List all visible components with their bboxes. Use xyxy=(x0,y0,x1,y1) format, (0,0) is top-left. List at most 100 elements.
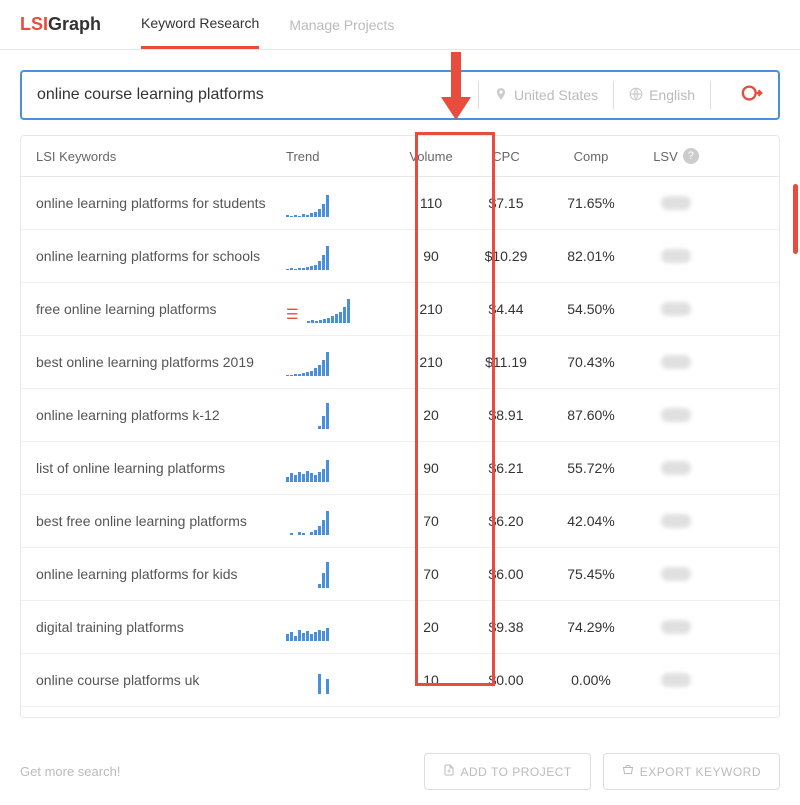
lsv-cell xyxy=(636,673,716,687)
lsv-blurred-value xyxy=(661,673,691,687)
file-icon xyxy=(443,764,455,779)
divider xyxy=(478,81,479,109)
table-row[interactable]: online learning platforms k-1220$8.9187.… xyxy=(21,389,779,442)
logo-graph: Graph xyxy=(48,14,101,34)
table-row[interactable]: online course platforms uk10$0.000.00% xyxy=(21,654,779,707)
lsv-cell xyxy=(636,620,716,634)
lsv-cell xyxy=(636,249,716,263)
trend-cell: ☰ xyxy=(286,295,396,323)
col-header-keyword[interactable]: LSI Keywords xyxy=(36,149,286,164)
cpc-cell: $0.00 xyxy=(466,672,546,688)
comp-cell: 70.43% xyxy=(546,354,636,370)
lsv-cell xyxy=(636,355,716,369)
search-submit-button[interactable] xyxy=(741,82,763,109)
btn-label: ADD TO PROJECT xyxy=(461,765,572,779)
comp-cell: 42.04% xyxy=(546,513,636,529)
lsv-blurred-value xyxy=(661,302,691,316)
keyword-cell: list of online learning platforms xyxy=(36,460,286,476)
lsv-cell xyxy=(636,514,716,528)
trend-sparkline xyxy=(286,666,329,694)
col-header-trend[interactable]: Trend xyxy=(286,149,396,164)
comp-cell: 75.45% xyxy=(546,566,636,582)
trend-cell xyxy=(286,560,396,588)
lsv-cell xyxy=(636,196,716,210)
lsv-blurred-value xyxy=(661,514,691,528)
keyword-cell: online learning platforms for schools xyxy=(36,248,286,264)
language-selector[interactable]: English xyxy=(629,87,695,104)
location-icon xyxy=(494,87,508,104)
comp-cell: 55.72% xyxy=(546,460,636,476)
help-icon[interactable]: ? xyxy=(683,148,699,164)
lsv-blurred-value xyxy=(661,461,691,475)
logo: LSIGraph xyxy=(20,14,101,35)
content: United States English LSI Keywords Trend… xyxy=(0,50,800,738)
trend-sparkline xyxy=(307,295,350,323)
tab-keyword-research[interactable]: Keyword Research xyxy=(141,0,259,49)
trend-cell xyxy=(286,242,396,270)
table-row[interactable]: online learning platforms for students 11… xyxy=(21,177,779,230)
table-row[interactable]: lms platforms720$17.9975.53% xyxy=(21,707,779,717)
col-header-volume[interactable]: Volume xyxy=(396,149,466,164)
cpc-cell: $6.21 xyxy=(466,460,546,476)
trend-sparkline xyxy=(286,613,329,641)
btn-label: EXPORT KEYWORD xyxy=(640,765,761,779)
volume-cell: 110 xyxy=(396,195,466,211)
volume-cell: 210 xyxy=(396,301,466,317)
table-row[interactable]: online learning platforms for schools90$… xyxy=(21,230,779,283)
footer: Get more search! ADD TO PROJECT EXPORT K… xyxy=(0,738,800,805)
table-row[interactable]: digital training platforms20$9.3874.29% xyxy=(21,601,779,654)
keyword-cell: online learning platforms for kids xyxy=(36,566,286,582)
list-icon: ☰ xyxy=(286,306,299,323)
location-label: United States xyxy=(514,87,598,103)
comp-cell: 82.01% xyxy=(546,248,636,264)
comp-cell: 54.50% xyxy=(546,301,636,317)
lsv-blurred-value xyxy=(661,355,691,369)
export-icon xyxy=(622,764,634,779)
location-selector[interactable]: United States xyxy=(494,87,598,104)
lsv-label: LSV xyxy=(653,149,678,164)
keyword-cell: online learning platforms for students xyxy=(36,195,286,211)
keyword-cell: best online learning platforms 2019 xyxy=(36,354,286,370)
cpc-cell: $8.91 xyxy=(466,407,546,423)
table-body[interactable]: online learning platforms for students 11… xyxy=(21,177,779,717)
export-keyword-button[interactable]: EXPORT KEYWORD xyxy=(603,753,780,790)
search-input[interactable] xyxy=(37,86,463,104)
scroll-indicator[interactable] xyxy=(793,184,798,254)
trend-cell xyxy=(286,401,396,429)
trend-cell xyxy=(286,507,396,535)
table-row[interactable]: free online learning platforms☰210$4.445… xyxy=(21,283,779,336)
add-to-project-button[interactable]: ADD TO PROJECT xyxy=(424,753,591,790)
keyword-cell: online learning platforms k-12 xyxy=(36,407,286,423)
table-row[interactable]: best online learning platforms 2019 210$1… xyxy=(21,336,779,389)
search-bar: United States English xyxy=(20,70,780,120)
cpc-cell: $11.19 xyxy=(466,354,546,370)
volume-cell: 210 xyxy=(396,354,466,370)
table-row[interactable]: online learning platforms for kids70$6.0… xyxy=(21,548,779,601)
lsv-cell xyxy=(636,461,716,475)
trend-cell xyxy=(286,454,396,482)
lsv-blurred-value xyxy=(661,567,691,581)
logo-lsi: LSI xyxy=(20,14,48,34)
lsv-cell xyxy=(636,567,716,581)
language-label: English xyxy=(649,87,695,103)
col-header-comp[interactable]: Comp xyxy=(546,149,636,164)
col-header-cpc[interactable]: CPC xyxy=(466,149,546,164)
lsv-blurred-value xyxy=(661,196,691,210)
trend-sparkline xyxy=(286,454,329,482)
table-row[interactable]: list of online learning platforms90$6.21… xyxy=(21,442,779,495)
comp-cell: 0.00% xyxy=(546,672,636,688)
cpc-cell: $6.00 xyxy=(466,566,546,582)
trend-sparkline xyxy=(286,560,329,588)
table-row[interactable]: best free online learning platforms70$6.… xyxy=(21,495,779,548)
lsv-blurred-value xyxy=(661,249,691,263)
footer-text[interactable]: Get more search! xyxy=(20,764,120,779)
footer-buttons: ADD TO PROJECT EXPORT KEYWORD xyxy=(424,753,781,790)
tab-manage-projects[interactable]: Manage Projects xyxy=(289,0,394,49)
globe-icon xyxy=(629,87,643,104)
trend-sparkline xyxy=(286,189,329,217)
trend-sparkline xyxy=(286,401,329,429)
keyword-cell: free online learning platforms xyxy=(36,301,286,317)
col-header-lsv[interactable]: LSV ? xyxy=(636,148,716,164)
trend-sparkline xyxy=(286,348,329,376)
table-header: LSI Keywords Trend Volume CPC Comp LSV ? xyxy=(21,136,779,177)
